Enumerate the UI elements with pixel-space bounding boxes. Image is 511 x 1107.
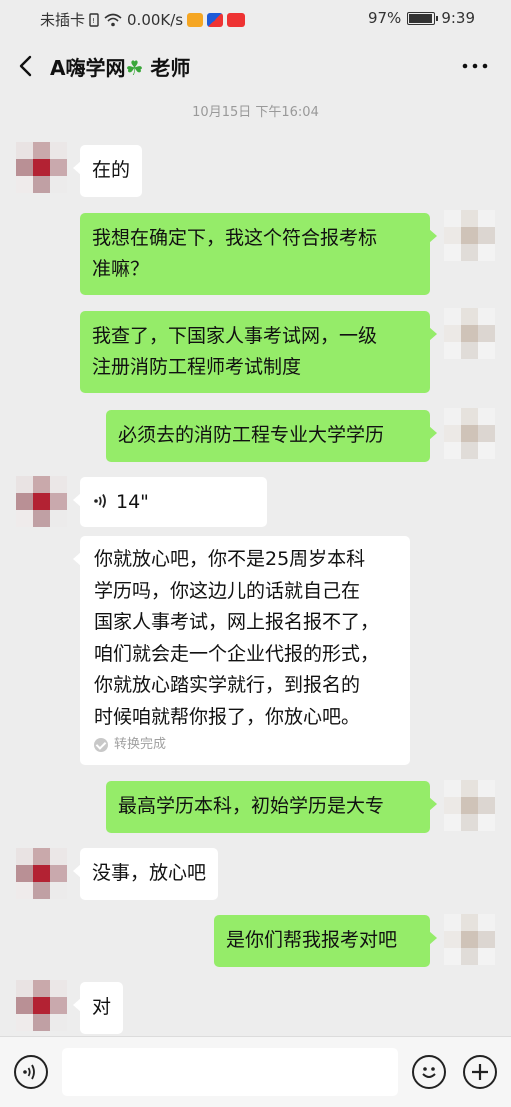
- received-message[interactable]: 没事，放心吧: [72, 848, 219, 900]
- teacher-avatar[interactable]: [16, 848, 68, 900]
- battery-percent: 97%: [367, 9, 402, 27]
- sent-message[interactable]: 最高学历本科，初始学历是大专: [106, 781, 437, 833]
- transcript-status: 转换完成: [94, 735, 398, 755]
- status-left: 未插卡 ! 0.00K/s: [40, 9, 246, 30]
- chat-title-name: A嗨学网: [50, 56, 126, 80]
- app-notification-icon: [187, 12, 204, 27]
- clover-icon: ☘: [125, 56, 144, 80]
- more-options-icon[interactable]: [461, 56, 489, 76]
- sent-message[interactable]: 是你们帮我报考对吧: [214, 915, 437, 967]
- my-avatar[interactable]: [444, 308, 496, 360]
- more-features-button[interactable]: [463, 1055, 497, 1089]
- network-speed: 0.00K/s: [127, 10, 184, 29]
- voice-transcript[interactable]: 你就放心吧，你不是25周岁本科 学历吗，你这边儿的话就自己在 国家人事考试，网上…: [73, 536, 410, 765]
- transcript-status-text: 转换完成: [114, 737, 167, 752]
- emoji-button[interactable]: [412, 1055, 446, 1089]
- clock: 9:39: [441, 9, 475, 27]
- my-avatar[interactable]: [444, 780, 496, 832]
- received-message[interactable]: 对: [72, 982, 124, 1034]
- chat-title-role: 老师: [143, 56, 191, 80]
- my-avatar[interactable]: [444, 914, 496, 966]
- transcript-line: 国家人事考试，网上报名报不了，: [94, 611, 380, 633]
- sim-icon: !: [89, 12, 99, 27]
- transcript-line: 你就放心吧，你不是25周岁本科: [94, 548, 366, 570]
- emoji-face-icon: [422, 1067, 436, 1078]
- transcript-line: 学历吗，你这边儿的话就自己在: [94, 579, 361, 602]
- voice-message[interactable]: 14": [73, 477, 267, 527]
- chat-header: A嗨学网☘ 老师: [0, 36, 511, 96]
- my-avatar[interactable]: [444, 210, 496, 262]
- message-line: 我想在确定下，我这个符合报考标: [92, 227, 378, 249]
- check-icon: [94, 738, 108, 752]
- sent-message[interactable]: 我查了，下国家人事考试网，一级 注册消防工程师考试制度: [80, 311, 437, 393]
- message-line: 注册消防工程师考试制度: [92, 356, 302, 378]
- my-avatar[interactable]: [444, 408, 496, 460]
- battery-icon: [407, 11, 439, 25]
- teacher-avatar[interactable]: [16, 476, 68, 528]
- sent-message[interactable]: 必须去的消防工程专业大学学历: [106, 410, 437, 462]
- received-message[interactable]: 在的: [72, 145, 143, 197]
- message-line: 准嘛？: [92, 258, 150, 280]
- teacher-avatar[interactable]: [16, 980, 68, 1032]
- transcript-line: 时候咱就帮你报了，你放心吧。: [94, 705, 361, 728]
- voice-wave-icon: [94, 494, 106, 508]
- transcript-line: 你就放心踏实学就行，到报名的: [94, 674, 361, 696]
- teacher-avatar[interactable]: [16, 142, 68, 194]
- message-timestamp: 10月15日 下午16:04: [192, 105, 319, 120]
- battery-fill: [409, 13, 432, 23]
- input-bar: [0, 1036, 511, 1107]
- plus-icon: [472, 1064, 488, 1080]
- status-bar: 未插卡 ! 0.00K/s 97% 9:39: [0, 0, 511, 36]
- news-app-icon: [227, 12, 246, 27]
- message-line: 我查了，下国家人事考试网，一级: [92, 325, 378, 347]
- svg-text:!: !: [92, 17, 95, 25]
- carrier-text: 未插卡: [40, 11, 86, 29]
- voice-wave-icon: [23, 1064, 35, 1080]
- message-input[interactable]: [62, 1048, 398, 1096]
- status-right: 97% 9:39: [368, 9, 475, 27]
- voice-input-button[interactable]: [14, 1055, 48, 1089]
- sent-message[interactable]: 我想在确定下，我这个符合报考标 准嘛？: [80, 213, 437, 295]
- chat-title: A嗨学网☘ 老师: [50, 52, 190, 81]
- voice-duration: 14": [116, 491, 149, 513]
- wifi-icon: [104, 13, 122, 26]
- video-app-icon: [207, 12, 224, 27]
- back-arrow-icon[interactable]: [16, 54, 38, 78]
- transcript-line: 咱们就会走一个企业代报的形式，: [94, 642, 380, 665]
